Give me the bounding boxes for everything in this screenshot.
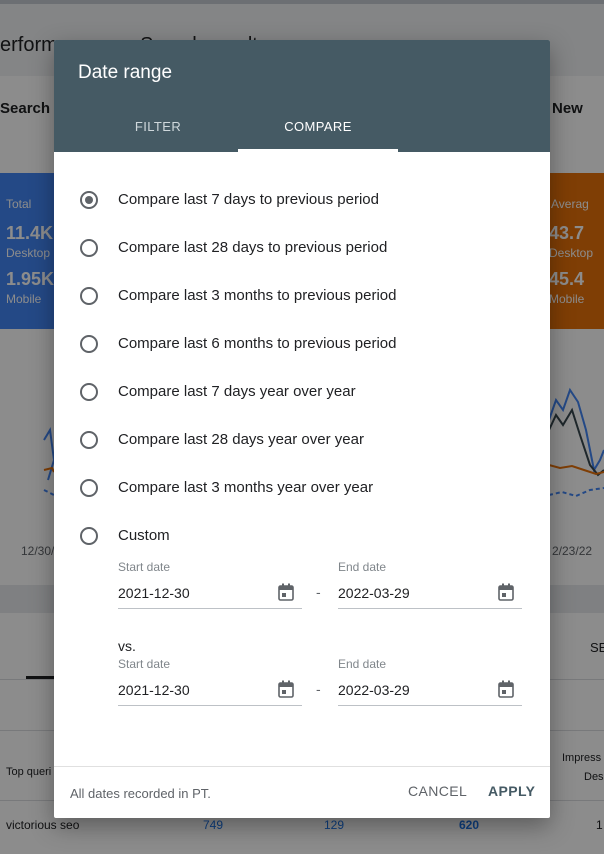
radio-selected-icon[interactable] (80, 191, 98, 209)
option-label: Custom (118, 527, 170, 544)
option-last-3-months-yoy[interactable]: Compare last 3 months year over year (78, 476, 518, 504)
compare-end-date-field[interactable]: 2022-03-29 (338, 677, 522, 706)
radio-icon[interactable] (80, 527, 98, 545)
range-separator: - (316, 584, 321, 600)
cancel-button[interactable]: CANCEL (408, 783, 467, 799)
option-label: Compare last 28 days year over year (118, 431, 364, 448)
radio-icon[interactable] (80, 239, 98, 257)
radio-icon[interactable] (80, 335, 98, 353)
tab-filter[interactable]: FILTER (78, 112, 238, 152)
start-date-field[interactable]: 2021-12-30 (118, 580, 302, 609)
calendar-icon[interactable] (278, 680, 294, 698)
radio-icon[interactable] (80, 479, 98, 497)
radio-icon[interactable] (80, 287, 98, 305)
end-date-label: End date (338, 560, 387, 574)
option-label: Compare last 7 days year over year (118, 383, 356, 400)
dialog-title: Date range (78, 62, 173, 83)
compare-start-date-label: Start date (118, 657, 171, 671)
option-label: Compare last 7 days to previous period (118, 191, 379, 208)
option-last-7-days-yoy[interactable]: Compare last 7 days year over year (78, 380, 518, 408)
end-date-value: 2022-03-29 (338, 585, 410, 601)
start-date-value: 2021-12-30 (118, 585, 190, 601)
calendar-icon[interactable] (278, 583, 294, 601)
tab-indicator (238, 149, 398, 152)
compare-end-date-label: End date (338, 657, 387, 671)
tab-compare[interactable]: COMPARE (238, 112, 398, 152)
option-last-7-days-previous[interactable]: Compare last 7 days to previous period (78, 188, 518, 216)
calendar-icon[interactable] (498, 680, 514, 698)
option-label: Compare last 3 months to previous period (118, 287, 397, 304)
option-last-6-months-previous[interactable]: Compare last 6 months to previous period (78, 332, 518, 360)
timezone-note: All dates recorded in PT. (70, 786, 211, 801)
vs-label: vs. (118, 638, 136, 654)
compare-end-date-value: 2022-03-29 (338, 682, 410, 698)
option-custom[interactable]: Custom (78, 524, 518, 552)
radio-icon[interactable] (80, 383, 98, 401)
radio-icon[interactable] (80, 431, 98, 449)
option-last-28-days-previous[interactable]: Compare last 28 days to previous period (78, 236, 518, 264)
option-last-28-days-yoy[interactable]: Compare last 28 days year over year (78, 428, 518, 456)
range-separator: - (316, 681, 321, 697)
start-date-label: Start date (118, 560, 171, 574)
compare-start-date-field[interactable]: 2021-12-30 (118, 677, 302, 706)
option-label: Compare last 6 months to previous period (118, 335, 397, 352)
calendar-icon[interactable] (498, 583, 514, 601)
footer-divider (54, 766, 550, 767)
option-last-3-months-previous[interactable]: Compare last 3 months to previous period (78, 284, 518, 312)
option-label: Compare last 28 days to previous period (118, 239, 388, 256)
date-range-dialog: Date range FILTER COMPARE Compare last 7… (54, 40, 550, 818)
dialog-header: Date range FILTER COMPARE (54, 40, 550, 152)
apply-button[interactable]: APPLY (488, 783, 535, 799)
option-label: Compare last 3 months year over year (118, 479, 374, 496)
end-date-field[interactable]: 2022-03-29 (338, 580, 522, 609)
compare-start-date-value: 2021-12-30 (118, 682, 190, 698)
